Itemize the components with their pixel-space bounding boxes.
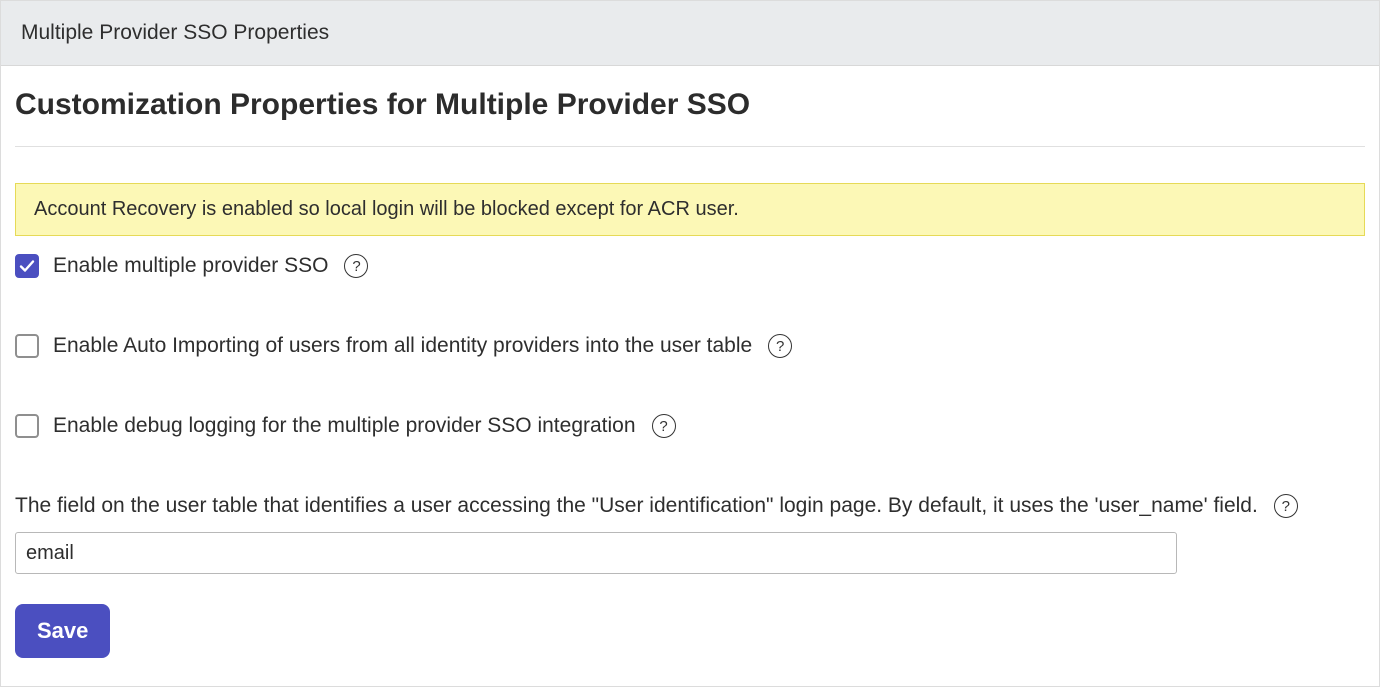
save-button[interactable]: Save <box>15 604 110 658</box>
enable-sso-checkbox-wrap[interactable]: Enable multiple provider SSO <box>15 254 328 278</box>
titlebar: Multiple Provider SSO Properties <box>1 1 1379 66</box>
help-icon[interactable]: ? <box>652 414 676 438</box>
field-auto-import-row: Enable Auto Importing of users from all … <box>15 334 1365 358</box>
enable-sso-checkbox[interactable] <box>15 254 39 278</box>
content-area: Customization Properties for Multiple Pr… <box>1 66 1379 672</box>
divider <box>15 146 1365 147</box>
auto-import-checkbox[interactable] <box>15 334 39 358</box>
debug-logging-label: Enable debug logging for the multiple pr… <box>53 414 636 438</box>
field-enable-sso-row: Enable multiple provider SSO ? <box>15 254 1365 278</box>
enable-sso-label: Enable multiple provider SSO <box>53 254 328 278</box>
info-banner-text: Account Recovery is enabled so local log… <box>34 198 739 220</box>
user-id-field-label: The field on the user table that identif… <box>15 494 1258 518</box>
properties-window: Multiple Provider SSO Properties Customi… <box>0 0 1380 687</box>
auto-import-label: Enable Auto Importing of users from all … <box>53 334 752 358</box>
titlebar-title: Multiple Provider SSO Properties <box>21 21 329 44</box>
debug-logging-checkbox[interactable] <box>15 414 39 438</box>
info-banner: Account Recovery is enabled so local log… <box>15 183 1365 236</box>
help-icon[interactable]: ? <box>768 334 792 358</box>
check-icon <box>19 258 35 274</box>
field-debug-logging-row: Enable debug logging for the multiple pr… <box>15 414 1365 438</box>
user-id-field-input[interactable] <box>15 532 1177 574</box>
help-icon[interactable]: ? <box>344 254 368 278</box>
section-heading: Customization Properties for Multiple Pr… <box>15 88 1365 122</box>
user-id-field-label-row: The field on the user table that identif… <box>15 494 1365 518</box>
auto-import-checkbox-wrap[interactable]: Enable Auto Importing of users from all … <box>15 334 752 358</box>
help-icon[interactable]: ? <box>1274 494 1298 518</box>
debug-logging-checkbox-wrap[interactable]: Enable debug logging for the multiple pr… <box>15 414 636 438</box>
